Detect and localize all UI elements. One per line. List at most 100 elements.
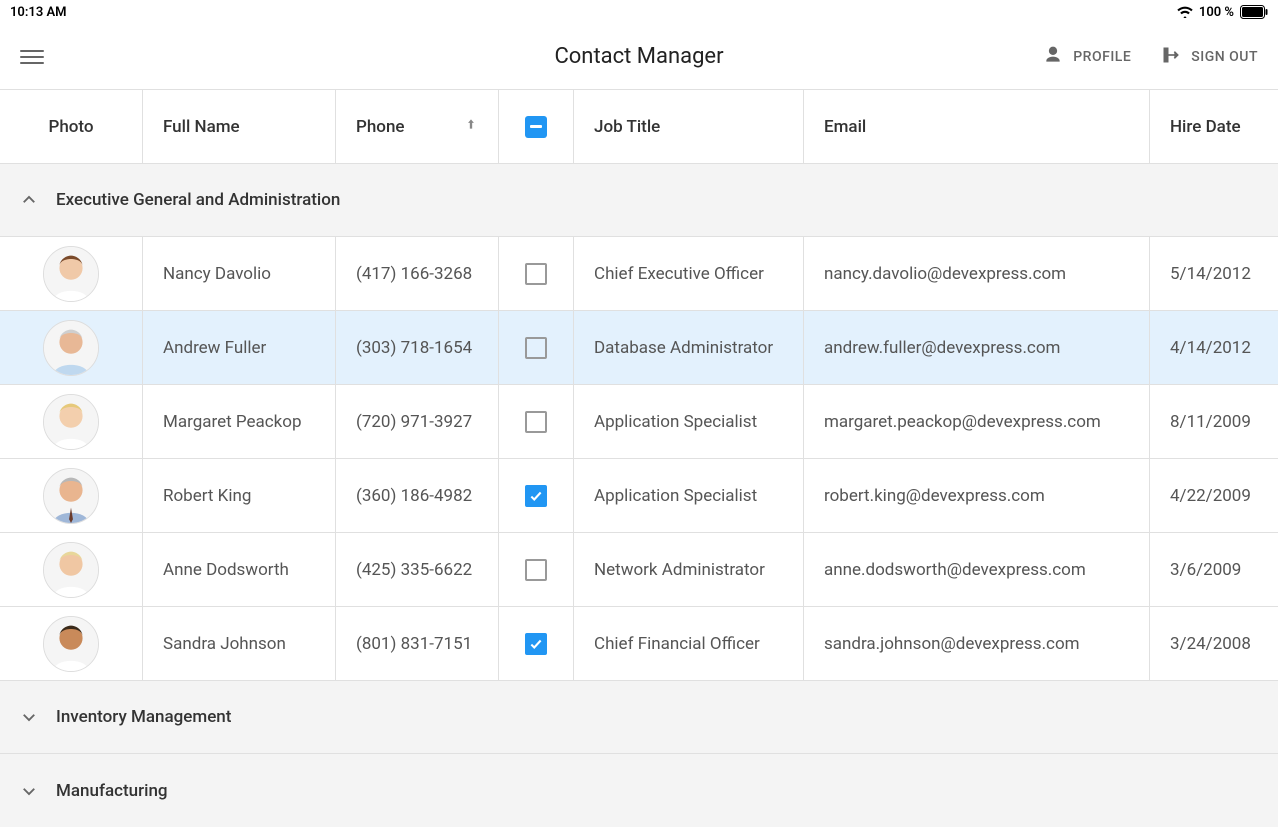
- fullname-text: Nancy Davolio: [163, 264, 271, 284]
- table-header-row: Photo Full Name Phone Job Title Email Hi…: [0, 90, 1278, 164]
- cell-fullname: Robert King: [143, 459, 336, 532]
- profile-button[interactable]: PROFILE: [1043, 45, 1131, 69]
- table-row[interactable]: Nancy Davolio (417) 166-3268 Chief Execu…: [0, 237, 1278, 311]
- avatar: [43, 616, 99, 672]
- fullname-text: Anne Dodsworth: [163, 560, 289, 580]
- column-header-fullname[interactable]: Full Name: [143, 90, 336, 163]
- group-header-inventory[interactable]: Inventory Management: [0, 681, 1278, 754]
- phone-text: (417) 166-3268: [356, 264, 472, 284]
- status-right: 100 %: [1177, 5, 1268, 20]
- phone-text: (425) 335-6622: [356, 560, 472, 580]
- hiredate-text: 4/22/2009: [1170, 486, 1251, 506]
- cell-phone: (360) 186-4982: [336, 459, 499, 532]
- cell-fullname: Anne Dodsworth: [143, 533, 336, 606]
- cell-checkbox: [499, 607, 574, 680]
- cell-email: margaret.peackop@devexpress.com: [804, 385, 1150, 458]
- cell-email: nancy.davolio@devexpress.com: [804, 237, 1150, 310]
- signout-icon: [1161, 45, 1181, 69]
- chevron-up-icon: [20, 191, 38, 209]
- cell-jobtitle: Application Specialist: [574, 385, 804, 458]
- cell-email: robert.king@devexpress.com: [804, 459, 1150, 532]
- column-header-label: Email: [824, 117, 866, 137]
- fullname-text: Sandra Johnson: [163, 634, 286, 654]
- cell-photo: [0, 459, 143, 532]
- cell-phone: (303) 718-1654: [336, 311, 499, 384]
- column-header-select[interactable]: [499, 90, 574, 163]
- cell-checkbox: [499, 311, 574, 384]
- cell-photo: [0, 311, 143, 384]
- column-header-phone[interactable]: Phone: [336, 90, 499, 163]
- hiredate-text: 8/11/2009: [1170, 412, 1251, 432]
- cell-hiredate: 8/11/2009: [1150, 385, 1278, 458]
- row-checkbox[interactable]: [525, 633, 547, 655]
- cell-phone: (720) 971-3927: [336, 385, 499, 458]
- hiredate-text: 3/24/2008: [1170, 634, 1251, 654]
- phone-text: (801) 831-7151: [356, 634, 472, 654]
- table-row[interactable]: Anne Dodsworth (425) 335-6622 Network Ad…: [0, 533, 1278, 607]
- cell-photo: [0, 237, 143, 310]
- row-checkbox[interactable]: [525, 263, 547, 285]
- email-text: anne.dodsworth@devexpress.com: [824, 560, 1086, 580]
- hiredate-text: 5/14/2012: [1170, 264, 1251, 284]
- cell-jobtitle: Application Specialist: [574, 459, 804, 532]
- chevron-down-icon: [20, 782, 38, 800]
- avatar: [43, 394, 99, 450]
- column-header-label: Job Title: [594, 117, 660, 137]
- cell-photo: [0, 533, 143, 606]
- hamburger-menu-icon[interactable]: [20, 45, 44, 69]
- column-header-label: Hire Date: [1170, 117, 1241, 137]
- hiredate-text: 3/6/2009: [1170, 560, 1241, 580]
- group-header-executive[interactable]: Executive General and Administration: [0, 164, 1278, 237]
- table-row[interactable]: Sandra Johnson (801) 831-7151 Chief Fina…: [0, 607, 1278, 681]
- cell-hiredate: 4/14/2012: [1150, 311, 1278, 384]
- wifi-icon: [1177, 6, 1193, 18]
- table-row[interactable]: Margaret Peackop (720) 971-3927 Applicat…: [0, 385, 1278, 459]
- cell-jobtitle: Chief Executive Officer: [574, 237, 804, 310]
- row-checkbox[interactable]: [525, 337, 547, 359]
- person-icon: [1043, 45, 1063, 69]
- cell-phone: (417) 166-3268: [336, 237, 499, 310]
- battery-icon: [1240, 5, 1268, 19]
- group-header-manufacturing[interactable]: Manufacturing: [0, 754, 1278, 827]
- email-text: sandra.johnson@devexpress.com: [824, 634, 1080, 654]
- cell-jobtitle: Database Administrator: [574, 311, 804, 384]
- cell-jobtitle: Chief Financial Officer: [574, 607, 804, 680]
- cell-fullname: Sandra Johnson: [143, 607, 336, 680]
- cell-phone: (425) 335-6622: [336, 533, 499, 606]
- column-header-email[interactable]: Email: [804, 90, 1150, 163]
- signout-button[interactable]: SIGN OUT: [1161, 45, 1258, 69]
- table-row[interactable]: Andrew Fuller (303) 718-1654 Database Ad…: [0, 311, 1278, 385]
- cell-email: sandra.johnson@devexpress.com: [804, 607, 1150, 680]
- group-label: Inventory Management: [56, 707, 231, 727]
- column-header-photo[interactable]: Photo: [0, 90, 143, 163]
- cell-phone: (801) 831-7151: [336, 607, 499, 680]
- email-text: robert.king@devexpress.com: [824, 486, 1045, 506]
- column-header-jobtitle[interactable]: Job Title: [574, 90, 804, 163]
- row-checkbox[interactable]: [525, 559, 547, 581]
- fullname-text: Robert King: [163, 486, 251, 506]
- column-header-label: Phone: [356, 117, 405, 137]
- battery-percent: 100 %: [1199, 5, 1234, 20]
- hiredate-text: 4/14/2012: [1170, 338, 1251, 358]
- phone-text: (303) 718-1654: [356, 338, 472, 358]
- avatar: [43, 468, 99, 524]
- column-header-label: Full Name: [163, 117, 240, 137]
- profile-label: PROFILE: [1073, 49, 1131, 65]
- select-all-indeterminate-icon[interactable]: [525, 116, 547, 138]
- column-header-hiredate[interactable]: Hire Date: [1150, 90, 1278, 163]
- cell-photo: [0, 607, 143, 680]
- cell-email: andrew.fuller@devexpress.com: [804, 311, 1150, 384]
- cell-email: anne.dodsworth@devexpress.com: [804, 533, 1150, 606]
- phone-text: (720) 971-3927: [356, 412, 472, 432]
- avatar: [43, 320, 99, 376]
- cell-hiredate: 4/22/2009: [1150, 459, 1278, 532]
- row-checkbox[interactable]: [525, 485, 547, 507]
- cell-hiredate: 3/24/2008: [1150, 607, 1278, 680]
- table-row[interactable]: Robert King (360) 186-4982 Application S…: [0, 459, 1278, 533]
- sort-ascending-icon: [464, 115, 478, 138]
- cell-fullname: Margaret Peackop: [143, 385, 336, 458]
- row-checkbox[interactable]: [525, 411, 547, 433]
- cell-hiredate: 5/14/2012: [1150, 237, 1278, 310]
- jobtitle-text: Application Specialist: [594, 412, 757, 432]
- jobtitle-text: Network Administrator: [594, 560, 765, 580]
